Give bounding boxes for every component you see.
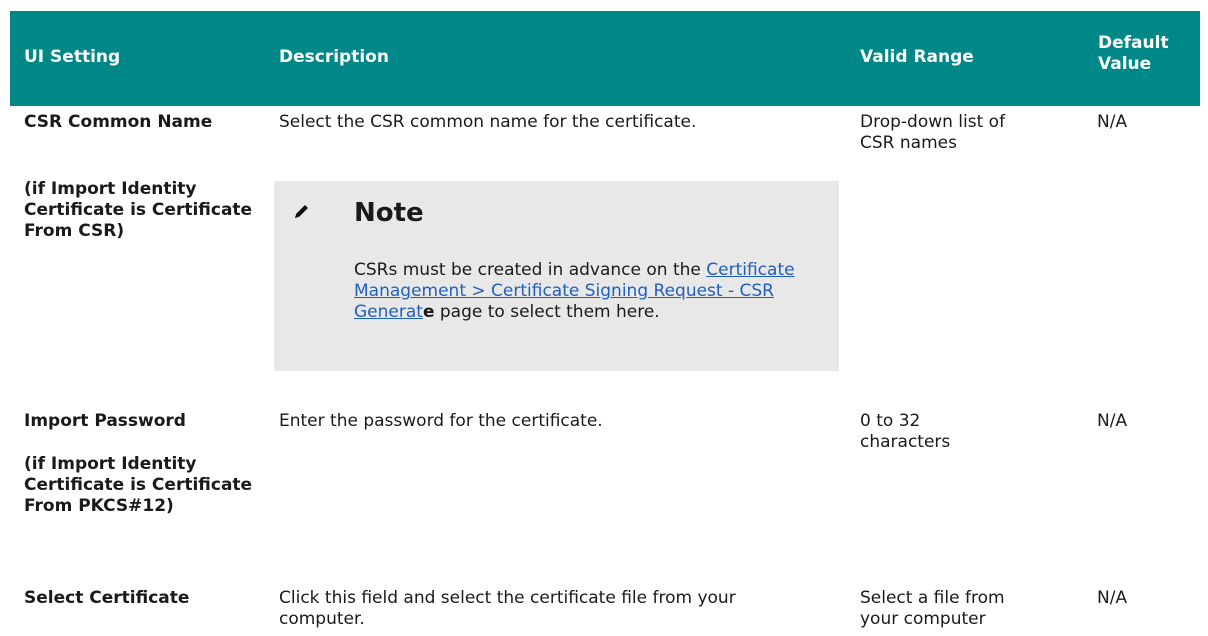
header-default-value: Default Value (1098, 33, 1169, 74)
note-link-tail: e (422, 302, 435, 322)
default-value-text: N/A (1097, 588, 1128, 608)
description-text: Click this field and select the certific… (279, 588, 736, 629)
valid-range-text: 0 to 32 characters (860, 411, 951, 452)
header-valid-range: Valid Range (860, 47, 974, 67)
ui-setting-name: CSR Common Name (24, 112, 213, 132)
ui-setting-name: Select Certificate (24, 588, 190, 608)
description-text: Select the CSR common name for the certi… (279, 112, 697, 132)
table-header: UI Setting Description Valid Range Defau… (10, 11, 1200, 106)
note-text-before: CSRs must be created in advance on the (354, 260, 707, 280)
default-value-text: N/A (1097, 112, 1128, 132)
note-body: CSRs must be created in advance on the C… (354, 260, 824, 323)
valid-range-text: Select a file from your computer (860, 588, 1005, 629)
note-title: Note (354, 198, 424, 228)
ui-setting-condition: (if Import Identity Certificate is Certi… (24, 179, 253, 241)
header-ui-setting: UI Setting (24, 47, 121, 67)
pencil-icon (295, 205, 308, 218)
description-text: Enter the password for the certificate. (279, 411, 603, 431)
note-text-after: page to select them here. (434, 302, 660, 322)
note-box: Note CSRs must be created in advance on … (274, 181, 839, 371)
header-description: Description (279, 47, 389, 67)
valid-range-text: Drop-down list of CSR names (860, 112, 1006, 153)
ui-setting-name: Import Password (24, 411, 186, 431)
ui-setting-condition: (if Import Identity Certificate is Certi… (24, 454, 253, 516)
default-value-text: N/A (1097, 411, 1128, 431)
